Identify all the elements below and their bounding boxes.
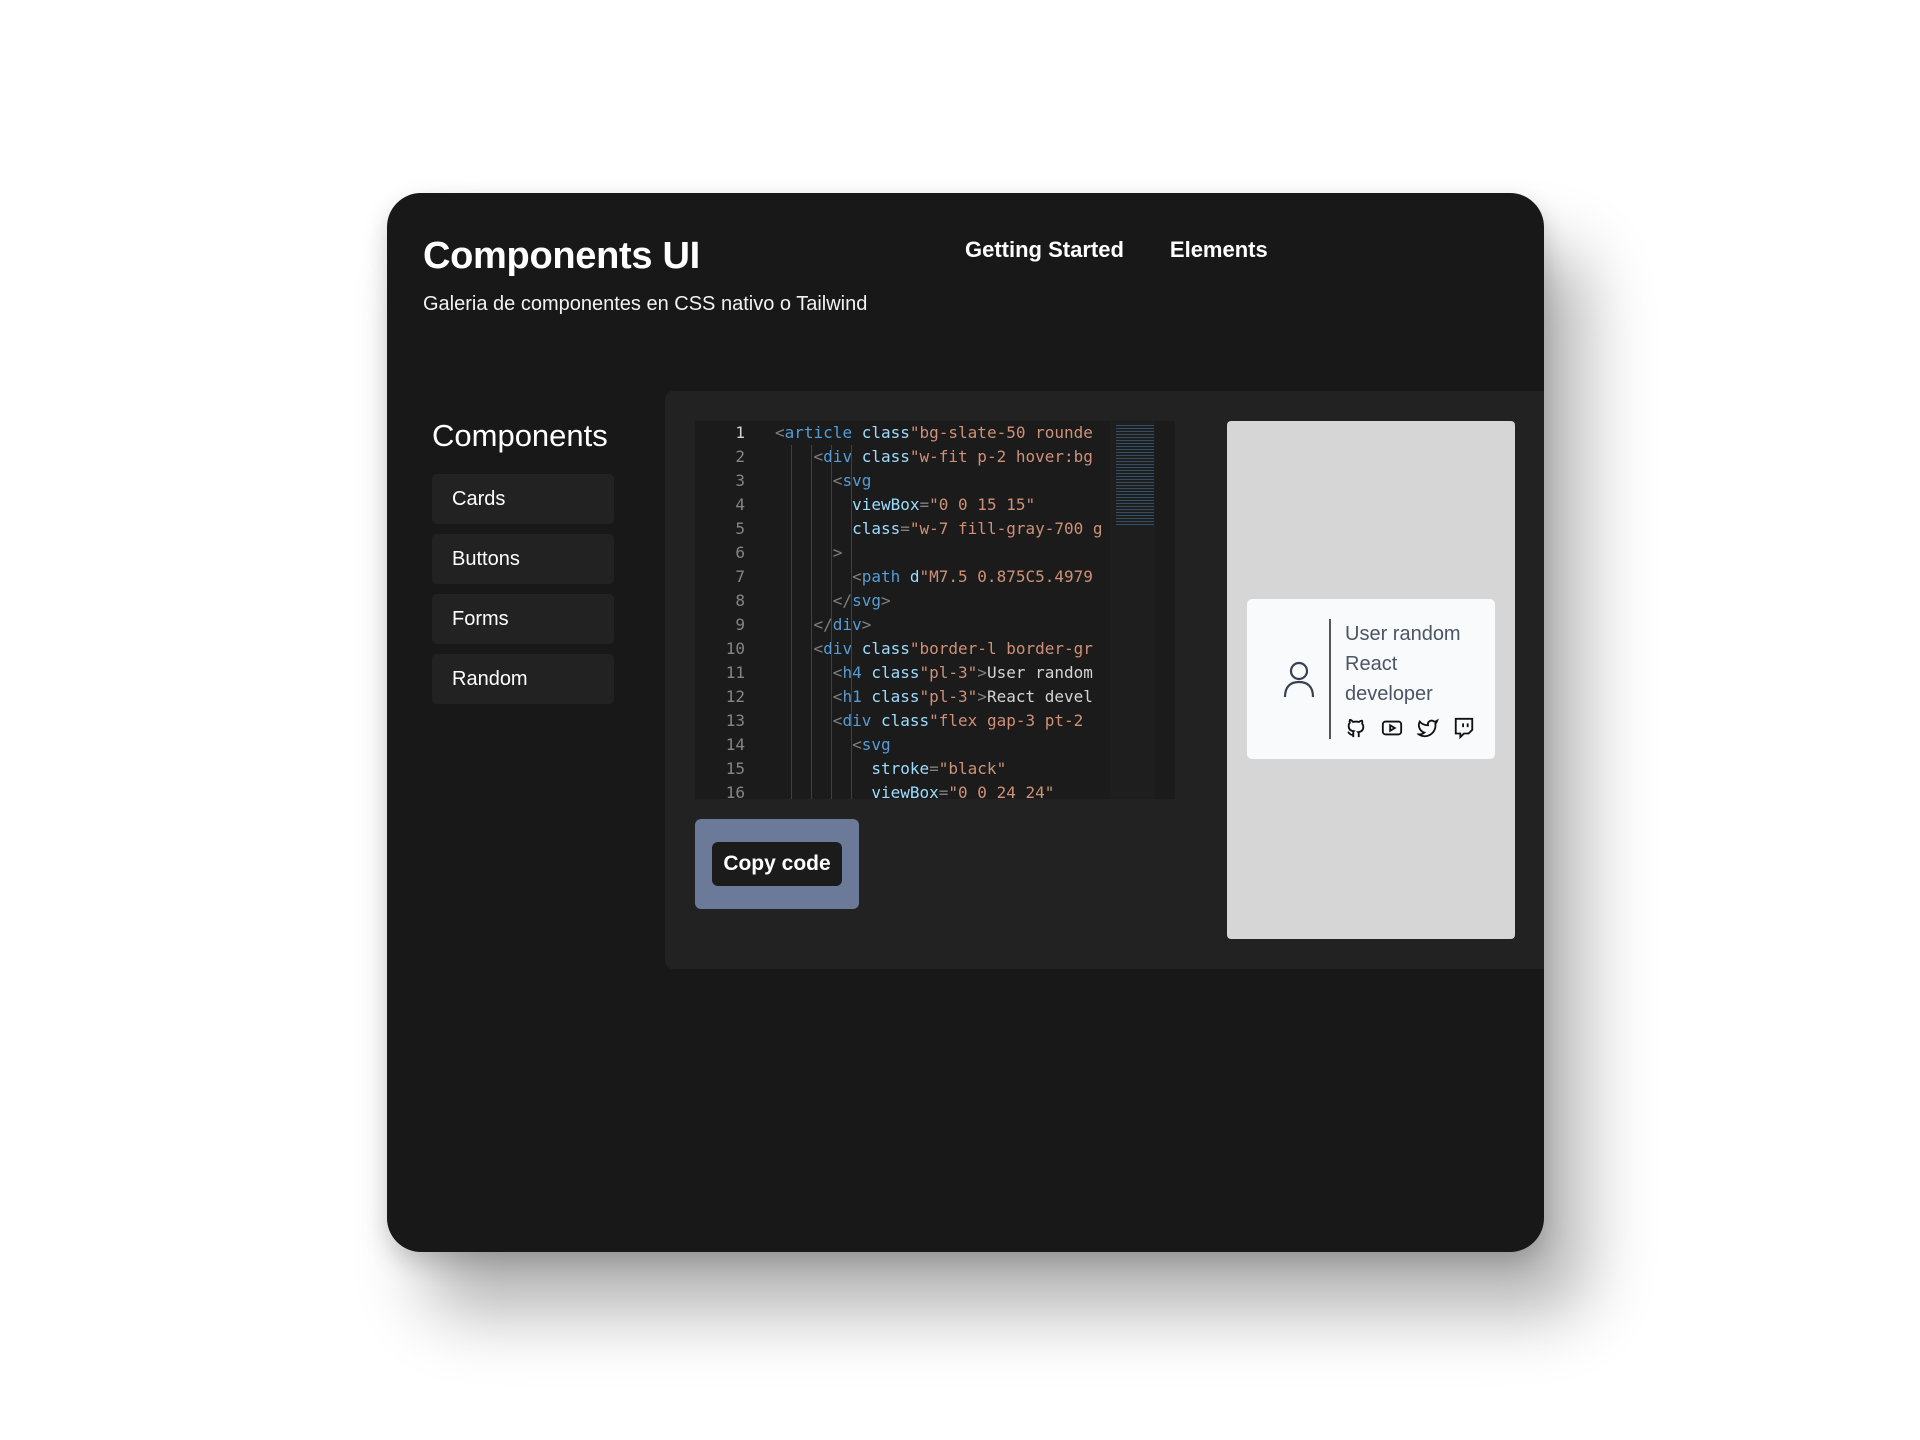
profile-card: User random React developer <box>1247 599 1495 759</box>
line-number: 10 <box>725 639 745 658</box>
copy-code-button[interactable]: Copy code <box>712 842 842 886</box>
code-line[interactable]: 6 > <box>695 541 1105 565</box>
line-number: 12 <box>725 687 745 706</box>
line-number: 14 <box>725 735 745 754</box>
nav-getting-started[interactable]: Getting Started <box>965 237 1124 263</box>
top-nav: Getting Started Elements <box>965 237 1268 263</box>
code-line[interactable]: 4 viewBox="0 0 15 15" <box>695 493 1105 517</box>
sidebar-item-random[interactable]: Random <box>432 654 614 704</box>
youtube-icon[interactable] <box>1381 717 1403 739</box>
avatar[interactable] <box>1269 619 1331 739</box>
line-number: 2 <box>735 447 745 466</box>
code-text: > <box>832 543 843 562</box>
code-line[interactable]: 14 <svg <box>695 733 1105 757</box>
code-text: <h4 class"pl-3">User random <box>832 663 1093 682</box>
card-name: User random <box>1345 623 1461 645</box>
sidebar-heading: Components <box>432 418 608 453</box>
indent-guide <box>811 445 812 799</box>
code-line[interactable]: 13 <div class"flex gap-3 pt-2 <box>695 709 1105 733</box>
line-number: 15 <box>725 759 745 778</box>
code-line[interactable]: 12 <h1 class"pl-3">React devel <box>695 685 1105 709</box>
nav-elements[interactable]: Elements <box>1170 237 1268 263</box>
code-line[interactable]: 10 <div class"border-l border-gr <box>695 637 1105 661</box>
app-subtitle: Galeria de componentes en CSS nativo o T… <box>423 293 868 315</box>
code-text: <div class"w-fit p-2 hover:bg <box>813 447 1093 466</box>
line-number: 7 <box>735 567 745 586</box>
line-number: 6 <box>735 543 745 562</box>
code-lines[interactable]: 1 <article class"bg-slate-50 rounde 2 <div… <box>695 421 1105 799</box>
user-icon <box>1283 661 1315 698</box>
code-editor[interactable]: 1 <article class"bg-slate-50 rounde 2 <div… <box>695 421 1175 799</box>
line-number: 9 <box>735 615 745 634</box>
code-text: <div class"border-l border-gr <box>813 639 1093 658</box>
sidebar-item-forms[interactable]: Forms <box>432 594 614 644</box>
code-text: <path d"M7.5 0.875C5.4979 <box>852 567 1093 586</box>
code-line[interactable]: 2 <div class"w-fit p-2 hover:bg <box>695 445 1105 469</box>
line-number: 16 <box>725 783 745 799</box>
code-line[interactable]: 5 class="w-7 fill-gray-700 g <box>695 517 1105 541</box>
code-line[interactable]: 8 </svg> <box>695 589 1105 613</box>
code-line[interactable]: 15 stroke="black" <box>695 757 1105 781</box>
app-window: Components UI Galeria de componentes en … <box>387 193 1544 1252</box>
content-panel: 1 <article class"bg-slate-50 rounde 2 <div… <box>665 391 1544 969</box>
line-number: 4 <box>735 495 745 514</box>
line-number: 11 <box>725 663 745 682</box>
code-text: viewBox="0 0 15 15" <box>852 495 1036 514</box>
indent-guide <box>851 445 852 799</box>
component-preview: User random React developer <box>1227 421 1515 939</box>
sidebar-item-cards[interactable]: Cards <box>432 474 614 524</box>
code-text: <article class"bg-slate-50 rounde <box>775 423 1093 442</box>
code-text: <div class"flex gap-3 pt-2 <box>832 711 1084 730</box>
copy-button-focus-ring: Copy code <box>695 819 859 909</box>
sidebar: Components Cards Buttons Forms Random <box>432 418 614 714</box>
minimap-preview <box>1116 425 1154 525</box>
line-number: 8 <box>735 591 745 610</box>
code-minimap[interactable] <box>1110 421 1155 799</box>
code-text: </div> <box>813 615 872 634</box>
line-number: 5 <box>735 519 745 538</box>
twitch-icon[interactable] <box>1453 717 1475 739</box>
app-title: Components UI <box>423 235 700 277</box>
line-number: 3 <box>735 471 745 490</box>
code-text: viewBox="0 0 24 24" <box>871 783 1055 799</box>
line-number: 1 <box>735 423 745 442</box>
code-text: </svg> <box>832 591 891 610</box>
sidebar-item-buttons[interactable]: Buttons <box>432 534 614 584</box>
code-line[interactable]: 3 <svg <box>695 469 1105 493</box>
code-line[interactable]: 11 <h4 class"pl-3">User random <box>695 661 1105 685</box>
indent-guide <box>831 445 832 799</box>
line-number: 13 <box>725 711 745 730</box>
code-line[interactable]: 16 viewBox="0 0 24 24" <box>695 781 1105 799</box>
code-line[interactable]: 1 <article class"bg-slate-50 rounde <box>695 421 1105 445</box>
code-line[interactable]: 7 <path d"M7.5 0.875C5.4979 <box>695 565 1105 589</box>
card-info: User random React developer <box>1345 619 1477 739</box>
code-text: class="w-7 fill-gray-700 g <box>852 519 1103 538</box>
code-text: <h1 class"pl-3">React devel <box>832 687 1093 706</box>
card-role: React developer <box>1345 653 1433 705</box>
github-icon[interactable] <box>1345 717 1367 739</box>
twitter-icon[interactable] <box>1417 717 1439 739</box>
code-text: <svg <box>852 735 891 754</box>
code-text: stroke="black" <box>871 759 1007 778</box>
social-icons <box>1345 717 1477 739</box>
code-text: <svg <box>832 471 872 490</box>
code-line[interactable]: 9 </div> <box>695 613 1105 637</box>
indent-guide <box>791 445 792 799</box>
